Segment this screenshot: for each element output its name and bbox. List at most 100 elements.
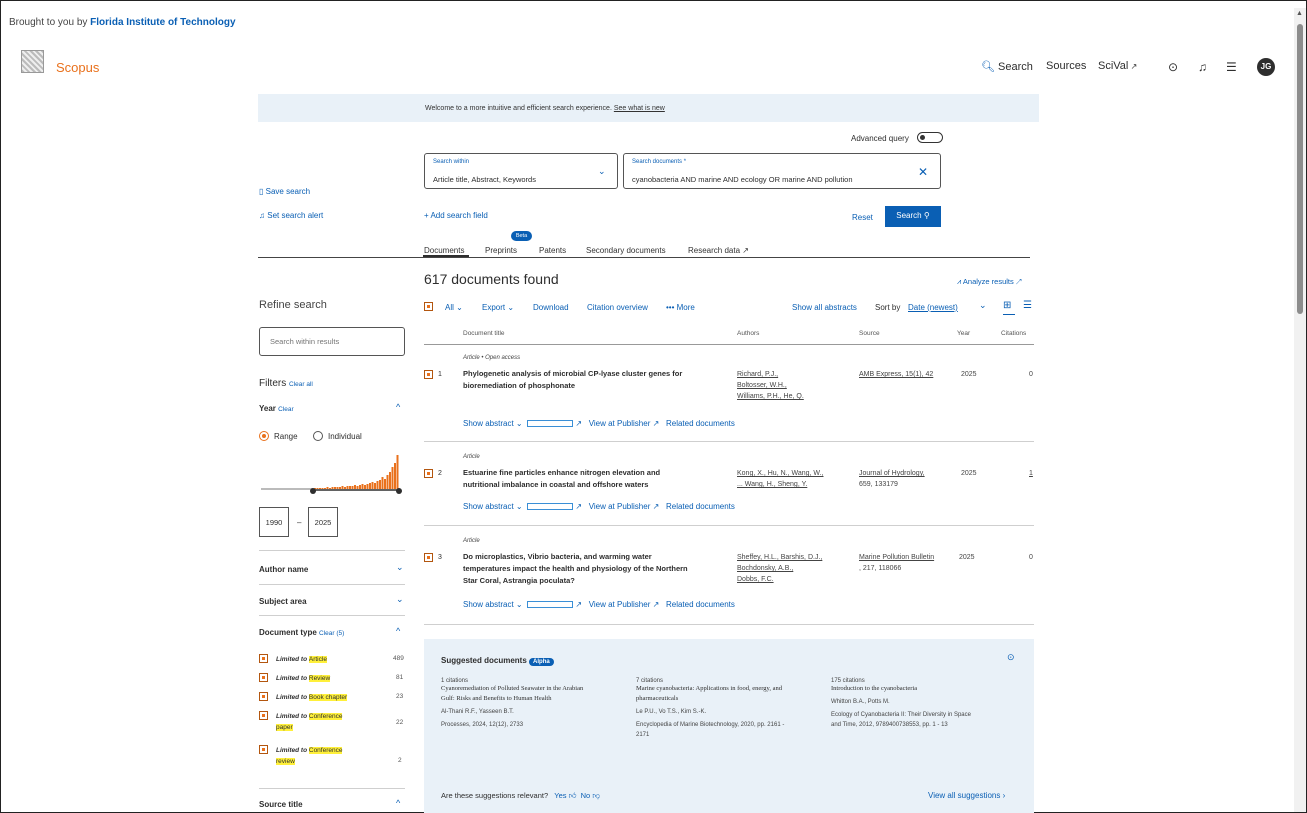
analyze-results-link[interactable]: ⩘ Analyze results ↗	[957, 277, 1022, 287]
view-publisher-link[interactable]: View at Publisher ↗	[589, 600, 660, 609]
individual-radio[interactable]	[313, 431, 323, 441]
doctype-checkbox-conference-paper[interactable]	[259, 711, 268, 720]
nav-search[interactable]: 🔍︎ Search	[981, 60, 1033, 73]
full-text-finder-icon[interactable]	[527, 420, 574, 428]
related-documents-link[interactable]: Related documents	[666, 419, 735, 428]
tab-documents[interactable]: Documents	[424, 246, 464, 255]
doctype-checkbox-conference-review[interactable]	[259, 745, 268, 754]
search-button[interactable]: Search ⚲	[885, 206, 941, 227]
year-clear-link[interactable]: Clear	[278, 406, 294, 413]
document-title[interactable]: Phylogenetic analysis of microbial CP-ly…	[463, 368, 733, 392]
year: 2025	[959, 554, 975, 561]
view-publisher-link[interactable]: View at Publisher ↗	[589, 502, 660, 511]
row-checkbox[interactable]	[424, 370, 433, 379]
search-query-text[interactable]: cyanobacteria AND marine AND ecology OR …	[632, 175, 853, 184]
search-within-label: Search within	[433, 159, 470, 165]
chevron-up-icon[interactable]: ^	[396, 798, 400, 808]
full-text-finder-icon[interactable]	[527, 601, 574, 609]
range-slider-end-handle[interactable]	[396, 488, 402, 494]
grid-view-icon[interactable]: ⊞	[1003, 300, 1011, 311]
download-button[interactable]: Download	[533, 303, 569, 312]
document-title[interactable]: Estuarine fine particles enhance nitroge…	[463, 467, 733, 491]
authors[interactable]: Richard, P.J., Boltosser, W.H., Williams…	[737, 369, 804, 402]
clear-query-icon[interactable]: ✕	[918, 165, 928, 179]
tab-research-data[interactable]: Research data ↗	[688, 246, 749, 255]
source[interactable]: Journal of Hydrology, 659, 133179	[859, 468, 925, 490]
authors[interactable]: Kong, X., Hu, N., Wang, W., ... Wang, H.…	[737, 468, 824, 490]
add-search-field-button[interactable]: + Add search field	[424, 211, 488, 220]
author-name-filter[interactable]: Author name	[259, 565, 308, 574]
export-dropdown[interactable]: Export ⌄	[482, 303, 514, 312]
chevron-down-icon[interactable]: ⌄	[396, 562, 404, 573]
source[interactable]: Marine Pollution Bulletin , 217, 118066	[859, 552, 934, 574]
range-slider-start-handle[interactable]	[310, 488, 316, 494]
advanced-query-toggle[interactable]	[917, 132, 943, 143]
nav-scival[interactable]: SciVal ↗	[1098, 60, 1137, 72]
chevron-down-icon[interactable]: ⌄	[979, 300, 987, 311]
year-from-input[interactable]: 1990	[259, 507, 289, 537]
select-all-checkbox[interactable]	[424, 302, 433, 311]
save-search-link[interactable]: ▯ Save search	[259, 187, 310, 196]
row-checkbox[interactable]	[424, 553, 433, 562]
tab-patents[interactable]: Patents	[539, 246, 566, 255]
reset-button[interactable]: Reset	[852, 213, 873, 222]
tab-secondary-documents[interactable]: Secondary documents	[586, 246, 666, 255]
authors[interactable]: Sheffey, H.L., Barshis, D.J., Bochdonsky…	[737, 552, 822, 585]
subject-area-filter[interactable]: Subject area	[259, 597, 307, 606]
suggested-item[interactable]: 7 citations Marine cyanobacteria: Applic…	[636, 678, 826, 740]
citations-count[interactable]: 1	[1029, 468, 1033, 479]
info-icon[interactable]: ⊙	[1007, 652, 1015, 663]
show-all-abstracts-button[interactable]: Show all abstracts	[792, 303, 857, 312]
document-type-filter[interactable]: Document type Clear (5)	[259, 628, 344, 637]
notifications-bell-icon[interactable]: ♫	[1198, 60, 1207, 74]
row-checkbox[interactable]	[424, 469, 433, 478]
scroll-up-icon[interactable]: ▲	[1296, 10, 1303, 17]
view-all-suggestions-link[interactable]: View all suggestions ›	[928, 791, 1005, 800]
elsevier-logo-icon[interactable]	[21, 50, 44, 73]
show-abstract-button[interactable]: Show abstract ⌄	[463, 419, 523, 428]
relevance-yes-button[interactable]: Yes 👍︎	[554, 791, 576, 800]
document-title[interactable]: Do microplastics, Vibrio bacteria, and w…	[463, 551, 733, 587]
citation-overview-button[interactable]: Citation overview	[587, 303, 648, 312]
clear-all-link[interactable]: Clear all	[289, 381, 313, 388]
suggested-item[interactable]: 1 citations Cyanoremediation of Polluted…	[441, 678, 631, 730]
relevance-no-button[interactable]: No 👎︎	[581, 791, 600, 800]
suggested-item[interactable]: 175 citations Introduction to the cyanob…	[831, 678, 1021, 730]
full-text-finder-icon[interactable]	[527, 503, 574, 511]
scrollbar-thumb[interactable]	[1297, 24, 1303, 314]
individual-label: Individual	[328, 432, 362, 441]
all-dropdown[interactable]: All ⌄	[445, 303, 463, 312]
search-within-results-input[interactable]	[259, 327, 405, 356]
results-count: 617 documents found	[424, 271, 559, 287]
doctype-checkbox-review[interactable]	[259, 673, 268, 682]
source[interactable]: AMB Express, 15(1), 42	[859, 369, 933, 380]
tab-preprints[interactable]: Preprints	[485, 246, 517, 255]
see-what-is-new-link[interactable]: See what is new	[614, 105, 665, 112]
year-filter-heading[interactable]: Year Clear	[259, 404, 294, 413]
view-publisher-link[interactable]: View at Publisher ↗	[589, 419, 660, 428]
related-documents-link[interactable]: Related documents	[666, 502, 735, 511]
chevron-up-icon[interactable]: ^	[396, 626, 400, 636]
table-row: Article 3 Do microplastics, Vibrio bacte…	[424, 538, 1034, 618]
library-icon[interactable]: ☰	[1226, 60, 1237, 74]
help-icon[interactable]: ⊙	[1168, 60, 1178, 74]
show-abstract-button[interactable]: Show abstract ⌄	[463, 502, 523, 511]
chevron-up-icon[interactable]: ^	[396, 402, 400, 412]
set-alert-link[interactable]: ♫ Set search alert	[259, 211, 323, 220]
chevron-down-icon[interactable]: ⌄	[396, 594, 404, 605]
year-to-input[interactable]: 2025	[308, 507, 338, 537]
related-documents-link[interactable]: Related documents	[666, 600, 735, 609]
sort-select[interactable]: Date (newest)	[908, 303, 958, 312]
scopus-logo[interactable]: Scopus	[56, 60, 99, 75]
show-abstract-button[interactable]: Show abstract ⌄	[463, 600, 523, 609]
nav-sources[interactable]: Sources	[1046, 60, 1086, 72]
more-button[interactable]: ••• More	[666, 303, 695, 312]
source-title-filter[interactable]: Source title	[259, 800, 303, 809]
range-radio[interactable]	[259, 431, 269, 441]
doctype-checkbox-book-chapter[interactable]	[259, 692, 268, 701]
avatar[interactable]: JG	[1257, 58, 1275, 76]
table-row: Article • Open access 1 Phylogenetic ana…	[424, 355, 1034, 440]
document-type-clear-link[interactable]: Clear (5)	[319, 630, 344, 637]
list-view-icon[interactable]: ☰	[1023, 300, 1032, 311]
doctype-checkbox-article[interactable]	[259, 654, 268, 663]
